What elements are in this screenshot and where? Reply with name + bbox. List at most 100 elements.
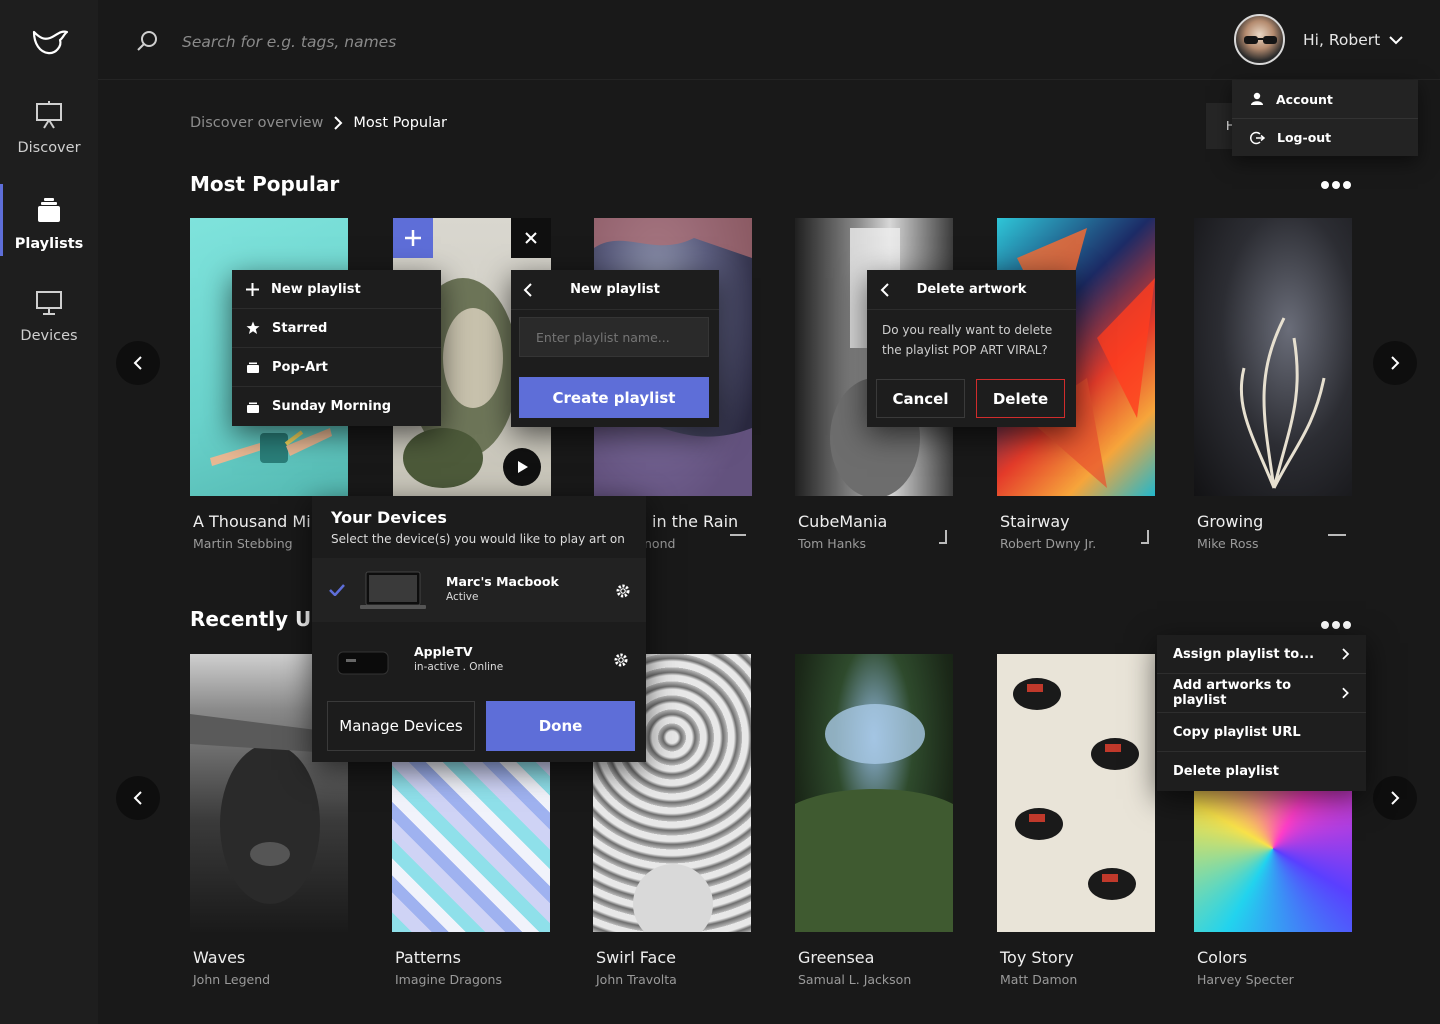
delete-button[interactable]: Delete xyxy=(976,379,1065,418)
artwork-title: CubeMania xyxy=(798,512,888,531)
logo-icon[interactable] xyxy=(30,26,70,58)
artwork-title: Colors xyxy=(1197,948,1248,967)
menu-item-account[interactable]: Account xyxy=(1232,80,1418,118)
artwork-card[interactable]: Growing Mike Ross xyxy=(1194,218,1352,551)
breadcrumb: Discover overview Most Popular xyxy=(190,115,447,131)
artwork-title: Growing xyxy=(1197,512,1264,531)
more-options-icon[interactable] xyxy=(1321,614,1355,629)
app-root: Discover Playlists Devices Hi, Robert H … xyxy=(0,0,1440,1024)
menu-item-copy-url[interactable]: Copy playlist URL xyxy=(1157,713,1366,752)
sidebar-item-playlists[interactable]: Playlists xyxy=(0,184,98,256)
artwork-title: Waves xyxy=(193,948,246,967)
back-chevron-icon[interactable] xyxy=(880,283,890,297)
chevron-right-icon xyxy=(1391,356,1400,370)
chevron-right-icon xyxy=(1342,687,1350,699)
device-row[interactable]: AppleTV in-active . Online xyxy=(312,628,646,692)
close-button[interactable] xyxy=(511,218,551,258)
artwork-illustration xyxy=(795,704,953,932)
done-button[interactable]: Done xyxy=(486,701,635,751)
artwork-artist: John Legend xyxy=(193,972,271,987)
menu-item-label: Add artworks to playlist xyxy=(1173,678,1292,708)
playlist-context-menu: Assign playlist to... Add artworks to pl… xyxy=(1157,635,1366,791)
device-name: AppleTV xyxy=(414,644,473,659)
chevron-left-icon xyxy=(133,356,142,370)
device-row[interactable]: Marc's Macbook Active xyxy=(312,558,646,622)
device-status: in-active . Online xyxy=(414,661,504,673)
artwork-image xyxy=(997,654,1155,932)
top-bar: Hi, Robert xyxy=(98,0,1440,80)
chevron-right-icon xyxy=(1342,648,1350,660)
artwork-artist: Imagine Dragons xyxy=(395,972,502,987)
artwork-title: A Thousand Mil xyxy=(193,512,316,531)
expand-icon[interactable] xyxy=(730,530,746,536)
sidebar-item-devices[interactable]: Devices xyxy=(0,288,98,344)
play-button[interactable] xyxy=(503,448,541,486)
user-menu: Account Log-out xyxy=(1232,80,1418,156)
manage-devices-button[interactable]: Manage Devices xyxy=(327,701,475,751)
create-playlist-button[interactable]: Create playlist xyxy=(519,377,709,418)
expand-icon[interactable] xyxy=(939,530,947,544)
artwork-image xyxy=(795,654,953,932)
laptop-icon xyxy=(360,571,426,609)
playlist-icon xyxy=(38,198,60,222)
expand-icon[interactable] xyxy=(1328,530,1346,536)
delete-message: Do you really want to delete the playlis… xyxy=(882,323,1053,357)
user-icon xyxy=(1251,92,1263,105)
search-icon[interactable] xyxy=(136,30,158,52)
next-arrow-button[interactable] xyxy=(1373,776,1417,820)
panel-subtitle: Select the device(s) you would like to p… xyxy=(331,532,625,546)
add-to-playlist-button[interactable] xyxy=(393,218,433,258)
add-to-playlist-menu: New playlist Starred Pop-Art Sunday Morn… xyxy=(232,270,441,426)
menu-item-label: Account xyxy=(1276,91,1333,107)
artwork-artist: Tom Hanks xyxy=(798,536,867,551)
playlist-name-input[interactable] xyxy=(519,317,709,357)
next-arrow-button[interactable] xyxy=(1373,341,1417,385)
artwork-illustration xyxy=(1239,317,1326,489)
panel-title: Delete artwork xyxy=(916,282,1027,297)
plus-icon xyxy=(405,230,421,246)
expand-icon[interactable] xyxy=(1141,530,1149,544)
back-chevron-icon[interactable] xyxy=(523,283,533,297)
menu-item-assign-playlist[interactable]: Assign playlist to... xyxy=(1157,635,1366,674)
chevron-right-icon xyxy=(334,116,343,130)
menu-item-starred[interactable]: Starred xyxy=(232,309,441,348)
chevron-down-icon[interactable] xyxy=(1388,34,1404,46)
plus-icon xyxy=(246,282,259,296)
menu-item-sunday-morning[interactable]: Sunday Morning xyxy=(232,387,441,426)
prev-arrow-button[interactable] xyxy=(116,341,160,385)
sidebar-item-label: Playlists xyxy=(14,236,84,252)
more-options-icon[interactable] xyxy=(1321,174,1355,189)
sidebar-item-discover[interactable]: Discover xyxy=(0,100,98,156)
playlist-icon xyxy=(247,362,259,373)
prev-arrow-button[interactable] xyxy=(116,776,160,820)
menu-item-logout[interactable]: Log-out xyxy=(1232,118,1418,156)
menu-item-delete-playlist[interactable]: Delete playlist xyxy=(1157,752,1366,791)
menu-item-add-artworks[interactable]: Add artworks to playlist xyxy=(1157,674,1366,713)
artwork-title: Swirl Face xyxy=(596,948,676,967)
breadcrumb-parent[interactable]: Discover overview xyxy=(190,115,323,131)
device-name: Marc's Macbook xyxy=(446,574,559,589)
panel-header: Delete artwork xyxy=(867,270,1076,310)
settings-icon[interactable] xyxy=(615,583,631,599)
search-input[interactable] xyxy=(182,28,582,56)
artwork-artist: Martin Stebbing xyxy=(193,536,293,551)
menu-item-pop-art[interactable]: Pop-Art xyxy=(232,348,441,387)
chevron-right-icon xyxy=(1391,791,1400,805)
artwork-illustration xyxy=(1013,678,1139,900)
greeting[interactable]: Hi, Robert xyxy=(1303,31,1380,49)
chevron-left-icon xyxy=(133,791,142,805)
artwork-artist: Matt Damon xyxy=(1000,972,1078,987)
cancel-button[interactable]: Cancel xyxy=(876,379,965,418)
settings-icon[interactable] xyxy=(613,652,629,668)
menu-item-label: Assign playlist to... xyxy=(1173,646,1315,662)
menu-item-label: New playlist xyxy=(271,281,361,297)
star-icon xyxy=(246,321,260,334)
menu-item-new-playlist[interactable]: New playlist xyxy=(232,270,441,309)
avatar[interactable] xyxy=(1234,14,1285,65)
panel-title: New playlist xyxy=(570,282,660,297)
monitor-icon xyxy=(36,291,62,315)
playlist-icon xyxy=(247,402,259,413)
artwork-card[interactable]: Greensea Samual L. Jackson xyxy=(795,654,953,987)
device-status: Active xyxy=(446,591,479,603)
artwork-card[interactable]: Toy Story Matt Damon xyxy=(997,654,1155,987)
